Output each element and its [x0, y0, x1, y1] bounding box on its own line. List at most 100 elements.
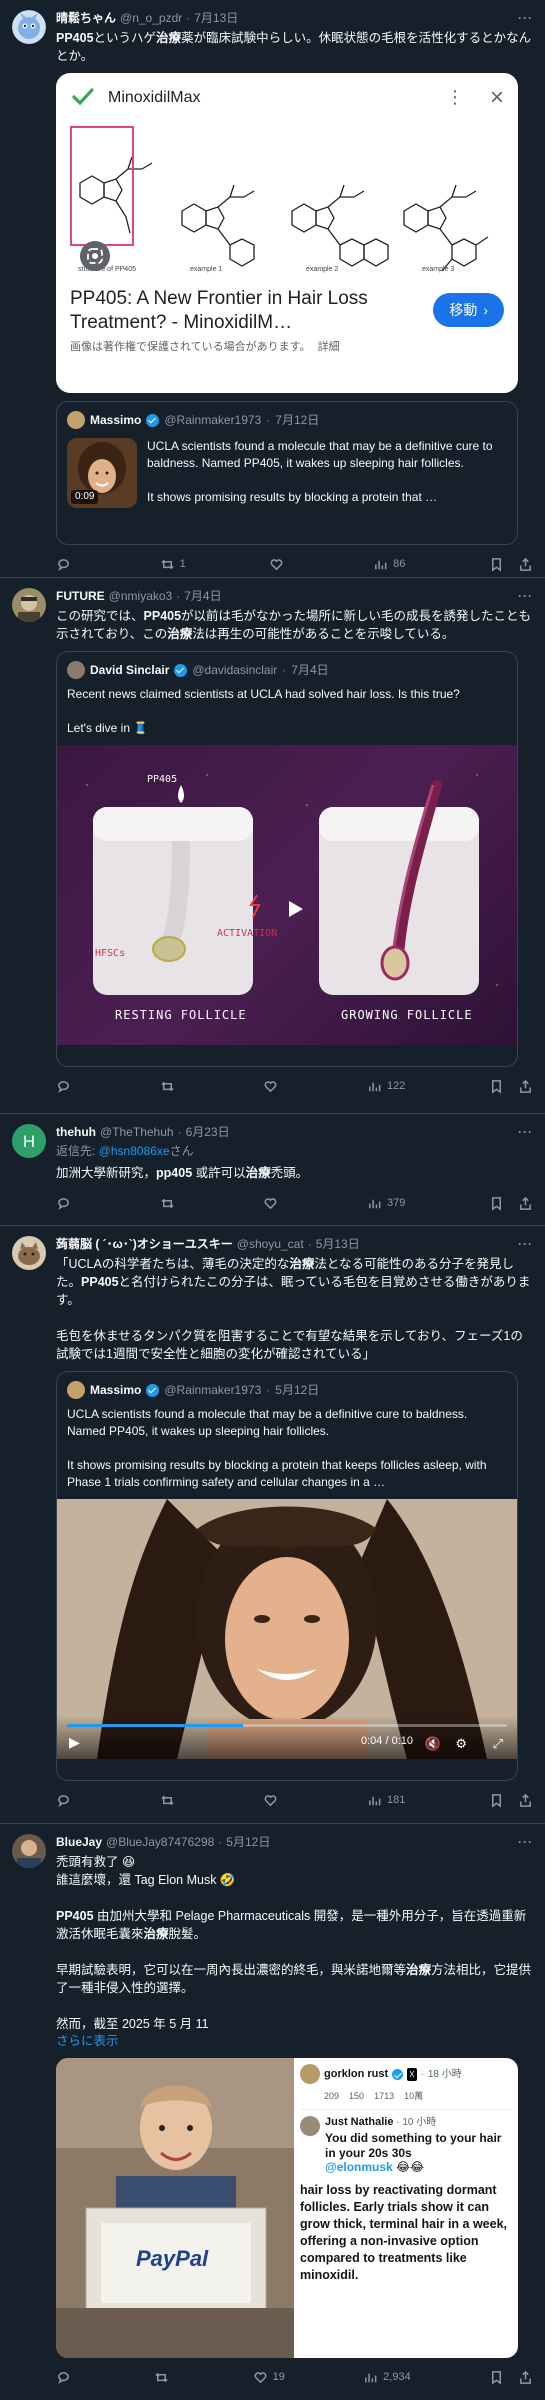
author-handle[interactable]: @TheThehuh — [100, 1124, 174, 1141]
tweet[interactable]: H thehuh @TheThehuh · 6月23日 ··· 返信先: @hs… — [0, 1114, 545, 1226]
reply-button[interactable] — [56, 557, 76, 572]
growing-label: GROWING FOLLICLE — [341, 1008, 473, 1022]
settings-icon[interactable]: ⚙ — [455, 1735, 467, 1752]
video-player[interactable]: ▶ 0:04 / 0:10 🔇 ⚙ ⤢ — [57, 1499, 517, 1759]
views-button[interactable]: 86 — [373, 556, 405, 573]
screenshot-text-2: You did something to your hair in your 2… — [325, 2131, 502, 2160]
bookmark-button[interactable] — [489, 1793, 504, 1808]
lens-icon[interactable] — [80, 241, 110, 271]
video-progress[interactable] — [67, 1724, 507, 1727]
play-icon[interactable]: ▶ — [69, 1734, 80, 1751]
author-name[interactable]: BlueJay — [56, 1834, 102, 1851]
bookmark-button[interactable] — [489, 557, 504, 572]
show-more-link[interactable]: さらに表示 — [56, 2033, 533, 2050]
avatar[interactable]: H — [12, 1124, 46, 1158]
views-button[interactable]: 181 — [367, 1792, 405, 1809]
details-link[interactable]: 詳細 — [318, 341, 340, 353]
quote-date: 5月12日 — [275, 1382, 320, 1397]
pp405-label: PP405 — [147, 774, 178, 785]
views-button[interactable]: 379 — [367, 1195, 405, 1212]
bookmark-button[interactable] — [489, 1079, 504, 1094]
retweet-button[interactable] — [154, 2370, 174, 2385]
retweet-button[interactable] — [160, 1196, 180, 1211]
avatar — [300, 2064, 320, 2084]
bookmark-button[interactable] — [489, 1196, 504, 1211]
views-button[interactable]: 122 — [367, 1078, 405, 1095]
share-button[interactable] — [518, 557, 533, 572]
tweet-image[interactable]: PayPal gorklon rust X · 18 小時 209 150 17… — [56, 2058, 518, 2358]
author-name[interactable]: 晴鬆ちゃん — [56, 10, 116, 27]
retweet-button[interactable]: 1 — [160, 556, 186, 573]
share-button[interactable] — [518, 1196, 533, 1211]
follicle-diagram[interactable]: PP405 HFSCs ACTIVATION RESTING FOLLICLE … — [57, 745, 517, 1045]
avatar[interactable] — [12, 1236, 46, 1270]
tweet-text-para2: 毛包を休ませるタンパク質を阻害することで有望な結果を示しており、フェーズ1の試験… — [56, 1329, 523, 1361]
more-vert-icon[interactable]: ⋮ — [446, 88, 464, 106]
more-icon[interactable]: ··· — [518, 10, 533, 27]
card-image[interactable]: structure of PP405 example 1 example 2 e… — [70, 121, 504, 275]
tweet-date[interactable]: 5月12日 — [226, 1834, 270, 1851]
author-name[interactable]: 蒟蒻脳 ( ´･ω･`)オショーユスキー — [56, 1236, 233, 1253]
reply-to-handle[interactable]: @hsn8086xe — [99, 1144, 170, 1158]
reply-button[interactable] — [56, 1793, 76, 1808]
quote-date: 7月12日 — [275, 412, 320, 427]
author-name[interactable]: thehuh — [56, 1124, 96, 1141]
verified-icon — [174, 663, 188, 677]
author-handle[interactable]: @n_o_pzdr — [120, 10, 182, 27]
like-icon — [264, 1794, 277, 1806]
retweet-button[interactable] — [160, 1079, 180, 1094]
avatar[interactable] — [12, 10, 46, 44]
reply-button[interactable] — [56, 1079, 76, 1094]
author-handle[interactable]: @BlueJay87476298 — [106, 1834, 214, 1851]
more-icon[interactable]: ··· — [518, 588, 533, 605]
tweet[interactable]: FUTURE @nmiyako3 · 7月4日 ··· この研究では、PP405… — [0, 578, 545, 1114]
share-button[interactable] — [518, 1079, 533, 1094]
fullscreen-icon[interactable]: ⤢ — [493, 1735, 503, 1752]
avatar[interactable] — [12, 588, 46, 622]
tweet-date[interactable]: 5月13日 — [316, 1236, 360, 1253]
reply-icon — [58, 558, 69, 571]
tweet-actions: 379 — [56, 1194, 533, 1212]
bookmark-button[interactable] — [489, 2370, 504, 2385]
share-button[interactable] — [518, 2370, 533, 2385]
share-button[interactable] — [518, 1793, 533, 1808]
retweet-icon — [161, 559, 174, 569]
volume-icon[interactable]: 🔇 — [425, 1735, 441, 1752]
quote-tweet[interactable]: Massimo @Rainmaker1973 · 7月12日 0:09 UCLA… — [56, 401, 518, 545]
card-title[interactable]: PP405: A New Frontier in Hair Loss Treat… — [70, 287, 421, 335]
go-button[interactable]: 移動 › — [433, 293, 504, 327]
bookmark-icon — [492, 557, 501, 572]
bookmark-icon — [491, 1196, 501, 1211]
close-icon[interactable]: × — [490, 85, 504, 109]
like-button[interactable] — [263, 1196, 283, 1211]
views-button[interactable]: 2,934 — [363, 2369, 411, 2386]
link-card[interactable]: MinoxidilMax ⋮ × structure of PP405 exam… — [56, 73, 518, 393]
quote-tweet[interactable]: Massimo @Rainmaker1973 · 5月12日 UCLA scie… — [56, 1371, 518, 1781]
author-handle[interactable]: @shoyu_cat — [237, 1236, 304, 1253]
quote-tweet[interactable]: David Sinclair @davidasinclair · 7月4日 Re… — [56, 651, 518, 1067]
retweet-button[interactable] — [160, 1793, 180, 1808]
quote-author-handle: @Rainmaker1973 — [164, 1382, 262, 1397]
tweet-date[interactable]: 6月23日 — [186, 1124, 230, 1141]
avatar-letter: H — [22, 1131, 36, 1151]
share-icon — [520, 1196, 531, 1210]
like-button[interactable] — [263, 1079, 283, 1094]
reply-button[interactable] — [56, 1196, 76, 1211]
reply-button[interactable] — [56, 2370, 76, 2385]
more-icon[interactable]: ··· — [518, 1124, 533, 1141]
like-button[interactable]: 19 — [253, 2369, 285, 2386]
like-button[interactable] — [263, 1793, 283, 1808]
video-thumbnail[interactable]: 0:09 — [67, 438, 137, 508]
more-icon[interactable]: ··· — [518, 1834, 533, 1851]
author-handle[interactable]: @nmiyako3 — [109, 588, 173, 605]
like-button[interactable] — [269, 557, 289, 572]
tweet[interactable]: BlueJay @BlueJay87476298 · 5月12日 ··· 禿頭有… — [0, 1824, 545, 2400]
tweet-text-line1: 禿頭有救了 😆 — [56, 1855, 136, 1869]
tweet-date[interactable]: 7月4日 — [184, 588, 221, 605]
avatar[interactable] — [12, 1834, 46, 1868]
tweet[interactable]: 晴鬆ちゃん @n_o_pzdr · 7月13日 ··· PP405というハゲ治療… — [0, 0, 545, 578]
tweet-date[interactable]: 7月13日 — [194, 10, 238, 27]
more-icon[interactable]: ··· — [518, 1236, 533, 1253]
author-name[interactable]: FUTURE — [56, 588, 105, 605]
tweet[interactable]: 蒟蒻脳 ( ´･ω･`)オショーユスキー @shoyu_cat · 5月13日 … — [0, 1226, 545, 1824]
